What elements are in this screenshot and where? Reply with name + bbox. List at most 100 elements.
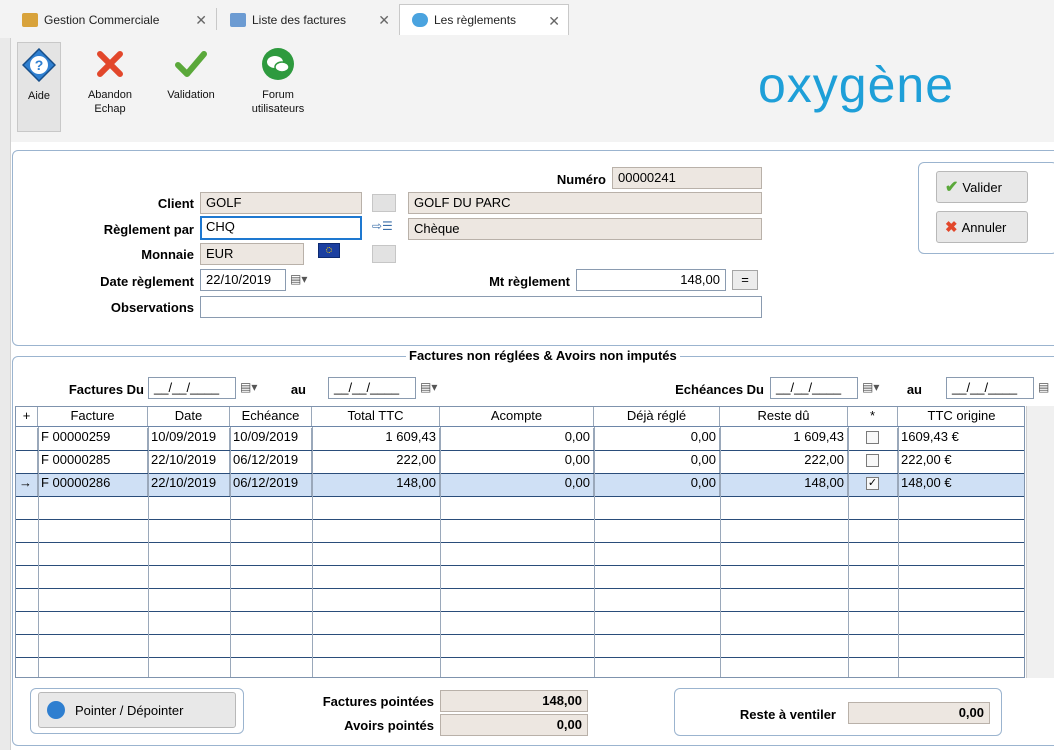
- grid-scrollbar[interactable]: [1026, 406, 1054, 678]
- forum-label-2: utilisateurs: [251, 103, 305, 115]
- list-icon: [230, 12, 246, 27]
- pointe-checkbox[interactable]: [866, 431, 879, 445]
- calendar-dropdown-icon[interactable]: ▤▾: [420, 380, 437, 394]
- empty-row: [16, 497, 1024, 520]
- aide-label: Aide: [27, 90, 51, 102]
- annuler-button[interactable]: ✖ Annuler: [936, 211, 1028, 243]
- pointer-depointer-button[interactable]: Pointer / Dépointer: [38, 692, 236, 728]
- aide-button[interactable]: ? Aide: [17, 42, 61, 132]
- client-name-field: GOLF DU PARC: [408, 192, 762, 214]
- factures-du-input[interactable]: __/__/____: [148, 377, 236, 399]
- pin-icon: [47, 701, 65, 719]
- row-marker: [16, 428, 38, 450]
- add-column-icon[interactable]: +: [16, 407, 38, 426]
- calendar-dropdown-icon[interactable]: ▤▾: [862, 380, 879, 394]
- cell-echeance: 10/09/2019: [230, 428, 312, 450]
- factures-grid: + Facture Date Echéance Total TTC Acompt…: [15, 406, 1025, 678]
- col-total-ttc[interactable]: Total TTC: [312, 407, 440, 426]
- mt-reglement-label: Mt règlement: [489, 274, 570, 289]
- col-ttc-origine[interactable]: TTC origine: [898, 407, 1024, 426]
- client-code-field[interactable]: GOLF: [200, 192, 362, 214]
- close-icon[interactable]: ✕: [548, 13, 560, 30]
- reglement-name-field: Chèque: [408, 218, 762, 240]
- grid-divider: [848, 427, 849, 677]
- factures-pointees-label: Factures pointées: [322, 694, 434, 709]
- factures-pointees-field: 148,00: [440, 690, 588, 712]
- empty-row: [16, 520, 1024, 543]
- cell-date: 22/10/2019: [148, 451, 230, 473]
- date-reglement-label: Date règlement: [100, 274, 194, 289]
- grid-header: + Facture Date Echéance Total TTC Acompt…: [16, 407, 1024, 427]
- close-icon[interactable]: ✕: [195, 12, 207, 29]
- forum-button[interactable]: Forum utilisateurs: [240, 46, 316, 116]
- date-reglement-input[interactable]: 22/10/2019: [200, 269, 286, 291]
- abandon-button[interactable]: Abandon Echap: [80, 46, 140, 116]
- factures-au-input[interactable]: __/__/____: [328, 377, 416, 399]
- forum-label: Forum: [262, 89, 294, 101]
- table-row-selected[interactable]: → F 00000286 22/10/2019 06/12/2019 148,0…: [16, 474, 1024, 497]
- pointe-checkbox[interactable]: [866, 454, 879, 468]
- equal-button[interactable]: =: [732, 270, 758, 290]
- observations-input[interactable]: [200, 296, 762, 318]
- echeances-du-input[interactable]: __/__/____: [770, 377, 858, 399]
- reste-a-ventiler-field: 0,00: [848, 702, 990, 724]
- abandon-label: Abandon: [87, 89, 133, 101]
- forum-chat-icon: [260, 46, 296, 82]
- client-lookup-icon[interactable]: [372, 194, 396, 212]
- cell-deja: 0,00: [594, 428, 720, 450]
- monnaie-label: Monnaie: [141, 247, 194, 262]
- echeances-du-label: Echéances Du: [675, 382, 764, 397]
- calendar-dropdown-icon[interactable]: ▤▾: [290, 272, 307, 286]
- tab-gestion-commerciale[interactable]: Gestion Commerciale ✕: [10, 4, 215, 35]
- monnaie-lookup-icon[interactable]: [372, 245, 396, 263]
- cell-origine: 148,00 €: [898, 474, 1024, 496]
- mt-reglement-input[interactable]: 148,00: [576, 269, 726, 291]
- factures-du-label: Factures Du: [68, 382, 144, 397]
- factures-panel-title: Factures non réglées & Avoirs non imputé…: [406, 348, 680, 363]
- grid-divider: [720, 427, 721, 677]
- checkmark-icon: ✔: [945, 179, 959, 196]
- tab-label: Gestion Commerciale: [44, 12, 160, 27]
- col-reste-du[interactable]: Reste dû: [720, 407, 848, 426]
- valider-label: Valider: [962, 179, 1002, 195]
- cell-total: 1 609,43: [312, 428, 440, 450]
- table-row[interactable]: F 00000285 22/10/2019 06/12/2019 222,00 …: [16, 451, 1024, 474]
- col-echeance[interactable]: Echéance: [230, 407, 312, 426]
- col-facture[interactable]: Facture: [38, 407, 148, 426]
- col-date[interactable]: Date: [148, 407, 230, 426]
- svg-text:?: ?: [35, 57, 44, 73]
- grid-divider: [594, 427, 595, 677]
- calendar-dropdown-icon[interactable]: ▤▾: [240, 380, 257, 394]
- cell-date: 22/10/2019: [148, 474, 230, 496]
- tab-reglements[interactable]: Les règlements ✕: [399, 4, 569, 35]
- monnaie-field[interactable]: EUR: [200, 243, 304, 265]
- cell-deja: 0,00: [594, 451, 720, 473]
- table-row[interactable]: F 00000259 10/09/2019 10/09/2019 1 609,4…: [16, 428, 1024, 451]
- col-deja-regle[interactable]: Déjà réglé: [594, 407, 720, 426]
- reglement-code-input[interactable]: CHQ: [200, 216, 362, 240]
- cell-checkbox: [848, 428, 898, 450]
- calendar-dropdown-icon[interactable]: ▤: [1038, 380, 1049, 394]
- tab-bar: Gestion Commerciale ✕ Liste des factures…: [0, 0, 1054, 38]
- factures-au-label: au: [290, 382, 306, 397]
- cell-deja: 0,00: [594, 474, 720, 496]
- empty-row: [16, 543, 1024, 566]
- cell-total: 222,00: [312, 451, 440, 473]
- cancel-x-icon: ✖: [945, 219, 958, 236]
- cell-origine: 222,00 €: [898, 451, 1024, 473]
- empty-row: [16, 566, 1024, 589]
- close-icon[interactable]: ✕: [378, 12, 390, 29]
- col-pointe[interactable]: *: [848, 407, 898, 426]
- reglement-lookup-icon[interactable]: ⇨☰: [372, 219, 398, 235]
- pointe-checkbox[interactable]: ✓: [866, 477, 879, 491]
- reste-a-ventiler-label: Reste à ventiler: [739, 707, 836, 722]
- grid-divider: [312, 427, 313, 677]
- grid-divider: [230, 427, 231, 677]
- echeances-au-input[interactable]: __/__/____: [946, 377, 1034, 399]
- col-acompte[interactable]: Acompte: [440, 407, 594, 426]
- valider-button[interactable]: ✔ Valider: [936, 171, 1028, 203]
- validation-button[interactable]: Validation: [156, 46, 226, 102]
- cell-facture: F 00000286: [38, 474, 148, 496]
- tab-liste-factures[interactable]: Liste des factures ✕: [218, 4, 398, 35]
- row-marker: →: [16, 474, 38, 496]
